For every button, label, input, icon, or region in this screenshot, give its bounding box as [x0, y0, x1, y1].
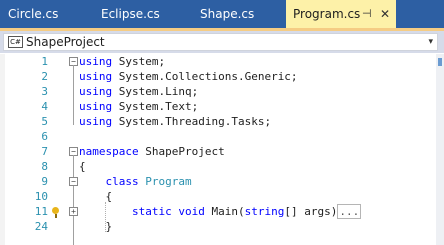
code-text: using System.Text; [79, 100, 199, 113]
line-number: 3 [41, 85, 48, 98]
scroll-thumb[interactable] [438, 58, 442, 66]
tab-circle-cs[interactable]: Circle.cs [8, 0, 58, 28]
line-number: 10 [34, 190, 48, 203]
project-dropdown[interactable]: C# ShapeProject ▾ [3, 33, 438, 51]
code-text: using System.Collections.Generic; [79, 70, 298, 83]
code-text: { [79, 190, 113, 203]
code-text: using System.Linq; [79, 85, 199, 98]
navigation-bar: C# ShapeProject ▾ [0, 31, 444, 53]
code-line: 4 using System.Text; [0, 99, 444, 114]
code-line: 5 using System.Threading.Tasks; [0, 114, 444, 129]
line-number: 7 [41, 145, 48, 158]
tab-program-cs-label: Program.cs [293, 7, 361, 21]
tab-program-cs[interactable]: Program.cs ⊣ ✕ [286, 0, 396, 28]
line-number: 2 [41, 70, 48, 83]
pin-icon[interactable]: ⊣ [362, 0, 372, 28]
code-text: class Program [105, 175, 192, 188]
line-number: 11 [34, 205, 48, 218]
code-text: static void Main(string[] args)... [131, 204, 362, 219]
line-number: 9 [41, 175, 48, 188]
collapse-icon[interactable]: − [69, 177, 78, 186]
code-line: 7 − namespace ShapeProject [0, 144, 444, 159]
code-text: namespace ShapeProject [79, 145, 225, 158]
vertical-scrollbar[interactable] [436, 54, 444, 245]
lightbulb-icon[interactable] [52, 207, 59, 214]
code-line: 8 { [0, 159, 444, 174]
project-name: ShapeProject [26, 35, 105, 49]
code-line: 9 − class Program [0, 174, 444, 189]
tab-eclipse-cs[interactable]: Eclipse.cs [101, 0, 160, 28]
close-icon[interactable]: ✕ [380, 0, 390, 28]
document-tab-strip: Circle.cs Eclipse.cs Shape.cs Program.cs… [0, 0, 444, 28]
lightbulb-stem [55, 214, 57, 218]
code-line: 10 { [0, 189, 444, 204]
code-text: { [79, 160, 86, 173]
line-number: 8 [41, 160, 48, 173]
code-text: using System; [79, 55, 166, 68]
code-line: 11 + static void Main(string[] args)... [0, 204, 444, 219]
line-number: 1 [41, 55, 48, 68]
code-text: } [79, 220, 113, 233]
line-number: 6 [41, 130, 48, 143]
code-editor-window: Circle.cs Eclipse.cs Shape.cs Program.cs… [0, 0, 444, 245]
chevron-down-icon[interactable]: ▾ [428, 34, 433, 50]
line-number: 5 [41, 115, 48, 128]
code-editor[interactable]: 1 − using System; 2 using System.Collect… [0, 54, 444, 245]
collapsed-region-indicator[interactable]: ... [337, 204, 362, 219]
code-line: 3 using System.Linq; [0, 84, 444, 99]
code-line: 24 } [0, 219, 444, 234]
code-line: 2 using System.Collections.Generic; [0, 69, 444, 84]
code-text: using System.Threading.Tasks; [79, 115, 272, 128]
line-number: 24 [34, 220, 48, 233]
expand-icon[interactable]: + [69, 207, 78, 216]
code-line: 1 − using System; [0, 54, 444, 69]
csharp-project-icon: C# [8, 36, 23, 48]
line-number: 4 [41, 100, 48, 113]
code-line: 6 [0, 129, 444, 144]
tab-shape-cs[interactable]: Shape.cs [200, 0, 254, 28]
